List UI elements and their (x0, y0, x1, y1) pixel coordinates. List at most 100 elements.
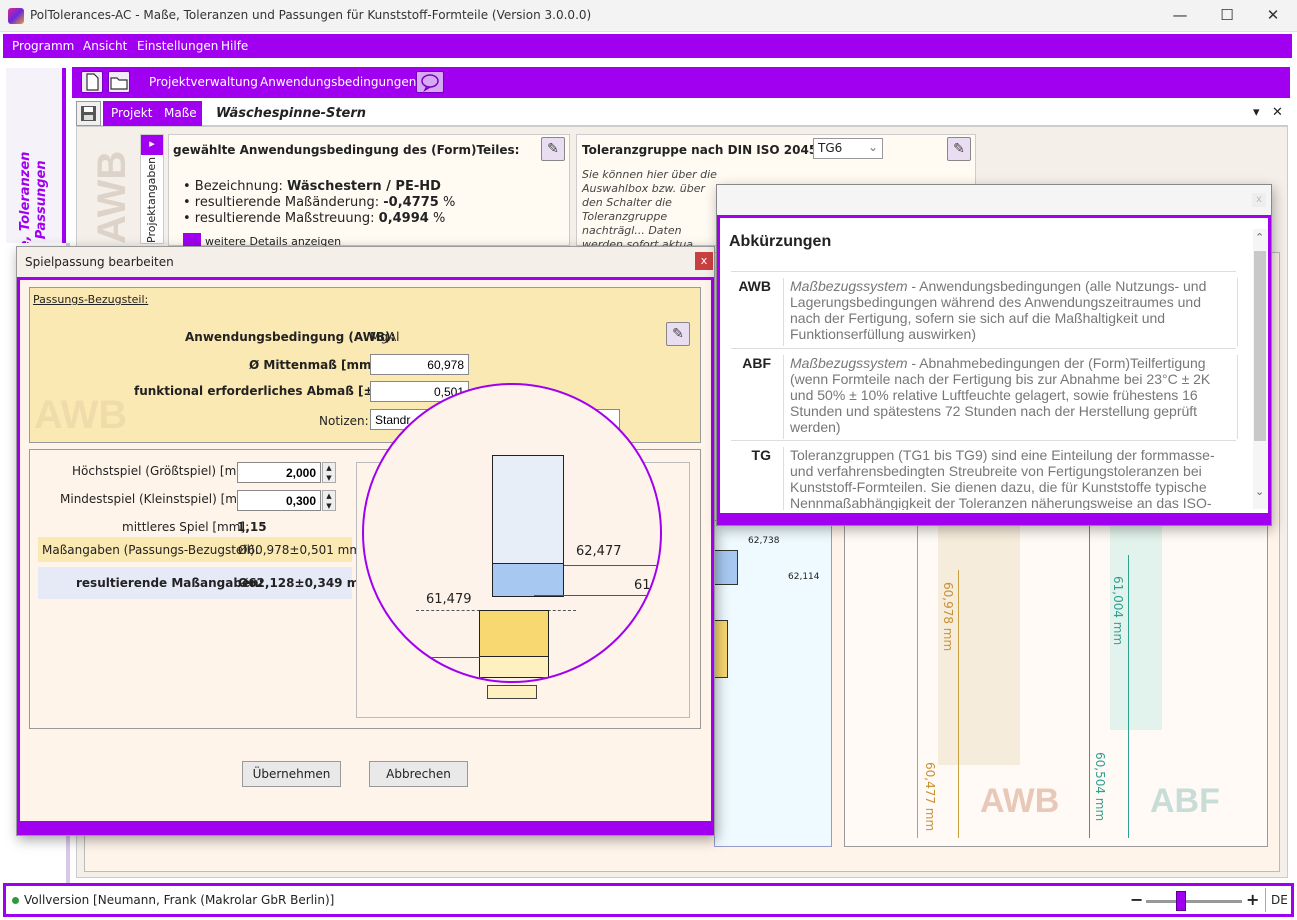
uebernehmen-button[interactable]: Übernehmen (242, 761, 341, 787)
abbr-scrollbar[interactable]: ⌃ ⌄ (1253, 229, 1267, 509)
abbr-header: x (717, 185, 1271, 215)
massangaben-label: Maßangaben (Passungs-Bezugsteil): (42, 543, 259, 557)
project-management-button[interactable]: Projektverwaltung (149, 75, 258, 89)
mindestspiel-label: Mindestspiel (Kleinstspiel) [mm]: (60, 492, 258, 506)
license-info: Vollversion [Neumann, Frank (Makrolar Gb… (24, 893, 335, 907)
abmass-label: funktional erforderliches Abmaß [±mm]: (134, 384, 409, 398)
abbrechen-button[interactable]: Abbrechen (369, 761, 468, 787)
details-arrow-icon[interactable] (183, 233, 201, 247)
edit-condition-pencil-icon[interactable]: ✎ (666, 322, 690, 346)
abbr-row-abf: ABF Maßbezugssystem - Abnahmebedingungen… (731, 348, 1238, 439)
chart-bar-yellow (714, 620, 728, 678)
abbr-key-tg: TG (751, 447, 771, 463)
abf-lower-dim-label: 60,504 mm (1093, 752, 1107, 822)
hoechstspiel-input[interactable] (237, 462, 321, 483)
edit-awb-pencil-icon[interactable]: ✎ (541, 137, 565, 161)
menu-bar: Programm Ansicht Einstellungen Hilfe (3, 34, 1292, 58)
zoom-slider-thumb[interactable] (1176, 891, 1186, 911)
tab-project[interactable]: Projekt (111, 106, 152, 120)
tg-hint: Sie können hier über die Auswahlbox bzw.… (582, 168, 717, 251)
fit-bar-bottom (487, 685, 537, 699)
tab-dimensions[interactable]: Maße (164, 106, 197, 120)
speech-bubble-icon[interactable] (416, 71, 444, 93)
awb-chart-watermark: AWB (980, 782, 1060, 820)
dialog-close-button[interactable]: x (695, 252, 713, 270)
mindestspiel-input[interactable] (237, 490, 321, 511)
zoom-out-icon[interactable]: − (1130, 890, 1143, 909)
app-logo-icon (8, 8, 24, 24)
tab-dropdown-icon[interactable]: ▾ (1253, 105, 1260, 120)
mittleres-spiel-label: mittleres Spiel [mm]: (122, 520, 250, 534)
zoom-magnifier: 62,477 61 61,479 (362, 383, 662, 683)
abbr-bottom-bar (717, 513, 1271, 525)
chart-bar-blue (714, 550, 738, 585)
awb-line-designation: • Bezeichnung: Wäschestern / PE-HD (183, 179, 441, 194)
result-value: Ø62,128±0,349 mm (238, 576, 372, 590)
awb-lower-dim-label: 60,477 mm (923, 762, 937, 832)
abbr-row-awb: AWB Maßbezugssystem - Anwendungsbedingun… (731, 271, 1238, 347)
zoom-bar-yellow (479, 610, 549, 658)
abbr-title: Abkürzungen (729, 233, 832, 250)
abbr-text-tg: Toleranzgruppen (TG1 bis TG9) sind eine … (783, 447, 1236, 510)
mittenmass-label: Ø Mittenmaß [mm]: (249, 358, 382, 372)
tab-close-icon[interactable]: ✕ (1272, 105, 1283, 120)
edit-tg-pencil-icon[interactable]: ✎ (947, 137, 971, 161)
minimize-button[interactable]: — (1160, 4, 1200, 28)
tg-select[interactable]: TG6 ⌄ (813, 138, 883, 159)
save-icon[interactable] (76, 101, 101, 126)
zoom-bar-upper (492, 455, 564, 565)
mittleres-spiel-value: 1,15 (237, 520, 267, 534)
dialog-title: Spielpassung bearbeiten (25, 255, 174, 269)
abbr-key-awb: AWB (738, 278, 771, 294)
zoom-tick-lower (404, 657, 480, 658)
projektangaben-tab[interactable]: ▸ Projektangaben (140, 134, 164, 244)
awb-arrow-line (958, 570, 959, 838)
awb-line-scatter: • resultierende Maßstreuung: 0,4994 % (183, 211, 446, 226)
abf-dim-label: 61,004 mm (1111, 576, 1125, 646)
close-window-button[interactable]: ✕ (1253, 4, 1293, 28)
mindestspiel-spinner[interactable]: ▲ ▼ (322, 490, 336, 511)
zoom-in-icon[interactable]: + (1246, 890, 1259, 909)
abf-chart-watermark: ABF (1150, 782, 1220, 820)
abf-arrow-line (1128, 555, 1129, 838)
chart-label-62114: 62,114 (788, 572, 820, 582)
side-tab-dimensions[interactable]: Maße, Toleranzen und Passungen (6, 68, 66, 280)
hoechstspiel-label: Höchstspiel (Größtspiel) [mm]: (72, 464, 257, 478)
result-row: resultierende Maßangaben: Ø62,128±0,349 … (38, 567, 372, 599)
menu-ansicht[interactable]: Ansicht (83, 39, 127, 53)
status-bar: Vollversion [Neumann, Frank (Makrolar Gb… (3, 883, 1294, 917)
tg-card-title: Toleranzgruppe nach DIN ISO 20457: (582, 143, 831, 157)
conditions-button[interactable]: Anwendungsbedingungen (260, 75, 416, 89)
dialog-bottom-bar (17, 821, 714, 835)
language-selector[interactable]: DE (1271, 893, 1288, 907)
maximize-button[interactable]: ☐ (1207, 4, 1247, 28)
mittenmass-input[interactable] (370, 354, 469, 375)
hoechstspiel-spinner[interactable]: ▲ ▼ (322, 462, 336, 483)
status-divider (1265, 888, 1266, 912)
abbr-close-button[interactable]: x (1252, 193, 1266, 207)
zoom-bar-light (479, 656, 549, 678)
new-file-icon[interactable] (81, 71, 103, 93)
dialog-awb-watermark: AWB (34, 393, 128, 437)
awb-condition-value: MgAl (370, 330, 400, 344)
zoom-slider-track[interactable] (1146, 900, 1242, 903)
open-folder-icon[interactable] (108, 71, 130, 93)
zoom-bar-blue (492, 563, 564, 597)
abbr-scroll-thumb[interactable] (1254, 251, 1266, 441)
spielpassung-dialog: Spielpassung bearbeiten x Passungs-Bezug… (16, 246, 715, 836)
project-tabbar: Projekt Maße Wäschespinne-Stern ▾ ✕ (76, 101, 1288, 126)
status-dot-icon (12, 897, 19, 904)
massangaben-value: Ø60,978±0,501 mm (238, 543, 362, 557)
section-title: Passungs-Bezugsteil: (33, 293, 149, 306)
expand-arrow-icon[interactable]: ▸ (141, 135, 163, 155)
zoom-tick-upper (564, 565, 660, 566)
zoom-label-upper: 62,477 (576, 544, 622, 559)
chart-label-62738: 62,738 (748, 536, 780, 546)
menu-hilfe[interactable]: Hilfe (221, 39, 248, 53)
zoom-label-lower: 61,479 (426, 592, 472, 607)
awb-line-left (917, 520, 918, 838)
awb-condition-label: Anwendungsbedingung (AWB): (185, 330, 396, 344)
menu-programm[interactable]: Programm (12, 39, 74, 53)
zoom-label-right: 61 (634, 578, 651, 593)
menu-einstellungen[interactable]: Einstellungen (137, 39, 218, 53)
